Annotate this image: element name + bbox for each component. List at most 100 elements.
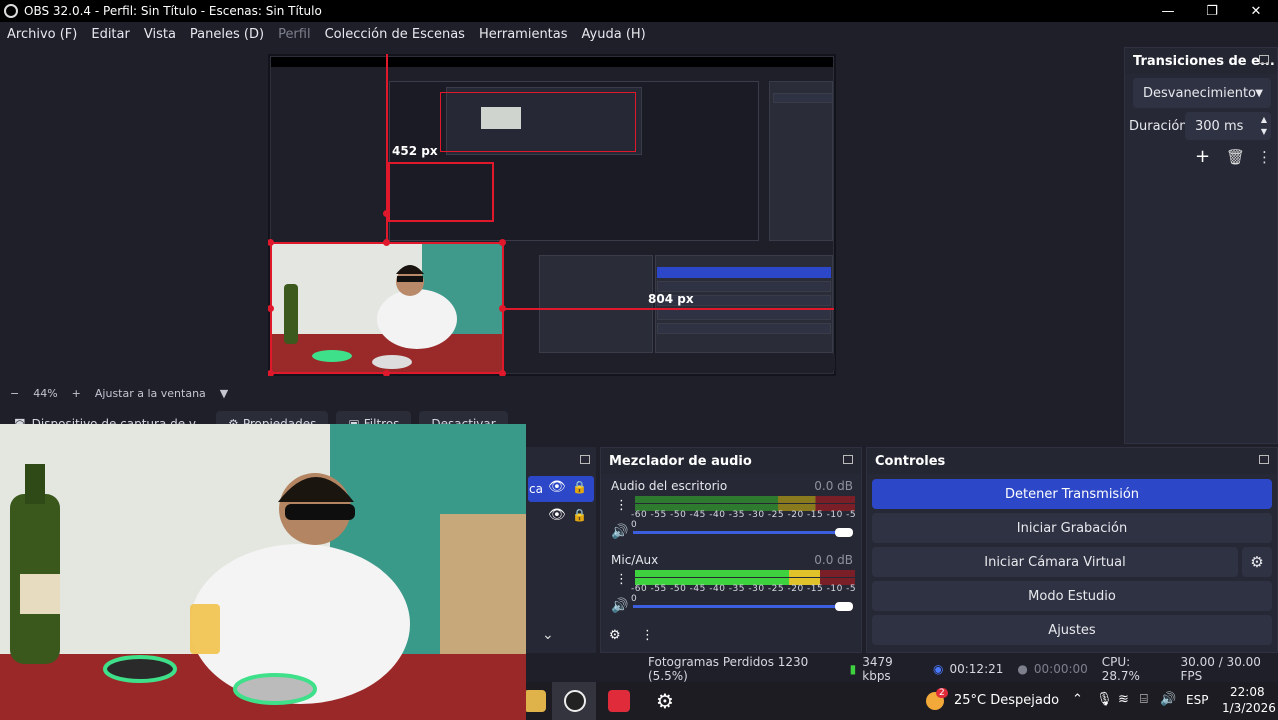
more-options-icon[interactable]: ⋮: [615, 572, 628, 587]
eye-icon[interactable]: 👁: [548, 507, 566, 523]
undock-icon[interactable]: [843, 455, 853, 464]
nested-record-btn: [657, 281, 831, 292]
undock-icon[interactable]: [1259, 455, 1269, 464]
restore-button[interactable]: ❐: [1190, 0, 1234, 22]
file-explorer-icon[interactable]: [524, 690, 546, 712]
nested-titlebar: [271, 57, 833, 67]
volume-slider-mic[interactable]: [633, 605, 843, 608]
webcam-overlay: [0, 424, 526, 720]
mixer-settings-icon[interactable]: ⚙: [609, 628, 621, 643]
chevron-up-icon[interactable]: ⌃: [1072, 692, 1083, 707]
spin-arrows-icon[interactable]: ▲ ▼: [1261, 114, 1267, 138]
taskbar-active-app[interactable]: [552, 682, 596, 720]
start-virtual-camera-button[interactable]: Iniciar Cámara Virtual: [872, 547, 1238, 577]
settings-button[interactable]: Ajustes: [872, 615, 1272, 645]
more-options-icon[interactable]: ⋮: [1257, 148, 1272, 166]
more-options-icon[interactable]: ⋮: [615, 498, 628, 513]
height-measure-label: 452 px: [392, 144, 438, 158]
zoom-in-button[interactable]: +: [72, 387, 81, 400]
zoom-out-button[interactable]: −: [10, 387, 19, 400]
weather-badge: 2: [936, 688, 948, 698]
virtual-camera-settings-button[interactable]: ⚙: [1242, 547, 1272, 577]
selection-bounding-box[interactable]: [270, 242, 504, 374]
speaker-icon[interactable]: 🔊: [611, 598, 628, 614]
source-item[interactable]: 👁 🔒: [528, 504, 594, 530]
eye-icon[interactable]: 👁: [548, 479, 566, 495]
menu-help[interactable]: Ayuda (H): [582, 27, 646, 42]
menu-edit[interactable]: Editar: [91, 27, 130, 42]
dropped-frames: Fotogramas Perdidos 1230 (5.5%): [648, 655, 809, 683]
close-button[interactable]: ✕: [1234, 0, 1278, 22]
nested-statusbar: [539, 355, 835, 371]
selection-box-nested-2: [440, 92, 636, 152]
start-recording-button[interactable]: Iniciar Grabación: [872, 513, 1272, 543]
track-name-desktop: Audio del escritorio: [611, 479, 728, 493]
undock-icon[interactable]: [1259, 55, 1269, 64]
nested-transition-select: [773, 93, 833, 103]
microphone-icon[interactable]: 🎙: [1096, 692, 1113, 707]
lock-icon[interactable]: 🔒: [572, 480, 587, 494]
transitions-dock: Transiciones de e... Desvanecimiento ▼ D…: [1124, 47, 1278, 444]
clock-date[interactable]: 1/3/2026: [1222, 701, 1276, 715]
width-measure-label: 804 px: [648, 292, 694, 306]
selection-box-nested: [388, 162, 494, 222]
obs-app-icon: [4, 4, 18, 18]
stop-stream-button[interactable]: Detener Transmisión: [872, 479, 1272, 509]
chevron-down-icon[interactable]: ⌄: [542, 627, 554, 643]
settings-app-icon[interactable]: ⚙: [654, 690, 676, 712]
studio-mode-button[interactable]: Modo Estudio: [872, 581, 1272, 611]
menu-scene-collection[interactable]: Colección de Escenas: [325, 27, 465, 42]
zoom-level: 44%: [33, 386, 58, 400]
menu-view[interactable]: Vista: [144, 27, 176, 42]
track-db-mic: 0.0 dB: [814, 553, 853, 567]
duration-label: Duración: [1129, 119, 1188, 134]
lock-icon[interactable]: 🔒: [572, 508, 587, 522]
fit-window-label[interactable]: Ajustar a la ventana: [95, 387, 206, 400]
zoom-dropdown-arrow[interactable]: ▼: [220, 387, 228, 400]
trash-icon[interactable]: 🗑: [1226, 148, 1245, 166]
gear-icon: ⚙: [1250, 553, 1264, 571]
program-preview-canvas[interactable]: 452 px 804 px: [268, 54, 836, 376]
resize-handle-r[interactable]: [499, 305, 506, 312]
wifi-icon[interactable]: ≋: [1118, 692, 1129, 707]
window-title: OBS 32.0.4 - Perfil: Sin Título - Escena…: [24, 4, 322, 18]
resize-handle-b[interactable]: [383, 370, 390, 376]
minimize-button[interactable]: —: [1146, 0, 1190, 22]
speaker-icon[interactable]: 🔊: [611, 524, 628, 540]
meter-scale: -60 -55 -50 -45 -40 -35 -30 -25 -20 -15 …: [631, 584, 857, 604]
preview-area[interactable]: 452 px 804 px: [0, 46, 1104, 384]
undock-icon[interactable]: [580, 455, 590, 464]
audio-mixer-dock: Mezclador de audio Audio del escritorio …: [600, 447, 862, 653]
clock-time[interactable]: 22:08: [1230, 685, 1265, 699]
obs-app-icon: [564, 690, 586, 712]
volume-slider-knob-mic[interactable]: [835, 602, 853, 611]
resize-handle-tr[interactable]: [499, 239, 506, 246]
signal-bars-icon: ▮: [849, 662, 857, 676]
stream-icon: ◉: [933, 662, 944, 676]
more-options-icon[interactable]: ⋮: [641, 628, 654, 643]
resize-handle-bl[interactable]: [268, 370, 274, 376]
language-indicator[interactable]: ESP: [1186, 693, 1208, 707]
window-titlebar: OBS 32.0.4 - Perfil: Sin Título - Escena…: [0, 0, 1278, 22]
volume-slider-knob-desktop[interactable]: [835, 528, 853, 537]
nested-mixer: [539, 255, 653, 353]
volume-slider-desktop[interactable]: [633, 531, 843, 534]
menu-docks[interactable]: Paneles (D): [190, 27, 264, 42]
menu-tools[interactable]: Herramientas: [479, 27, 568, 42]
menu-file[interactable]: Archivo (F): [7, 27, 77, 42]
resize-handle-br[interactable]: [499, 370, 506, 376]
transition-select[interactable]: Desvanecimiento ▼: [1133, 78, 1271, 108]
chevron-down-icon: ▼: [1255, 87, 1263, 99]
menu-profile: Perfil: [278, 26, 311, 42]
weather-text[interactable]: 25°C Despejado: [954, 693, 1059, 708]
volume-icon[interactable]: 🔊: [1160, 692, 1176, 707]
volume-meter-desktop-l: [635, 496, 855, 503]
add-transition-icon[interactable]: +: [1195, 146, 1210, 167]
cpu-usage: CPU: 28.7%: [1101, 655, 1140, 683]
source-item-selected[interactable]: ca 👁 🔒: [528, 476, 594, 502]
resize-handle-t[interactable]: [383, 239, 390, 246]
duration-spinbox[interactable]: 300 ms ▲ ▼: [1185, 112, 1271, 140]
record-timer: ● 00:00:00: [1017, 662, 1088, 676]
network-icon[interactable]: ⌸: [1140, 692, 1148, 707]
recorder-app-icon[interactable]: [608, 690, 630, 712]
